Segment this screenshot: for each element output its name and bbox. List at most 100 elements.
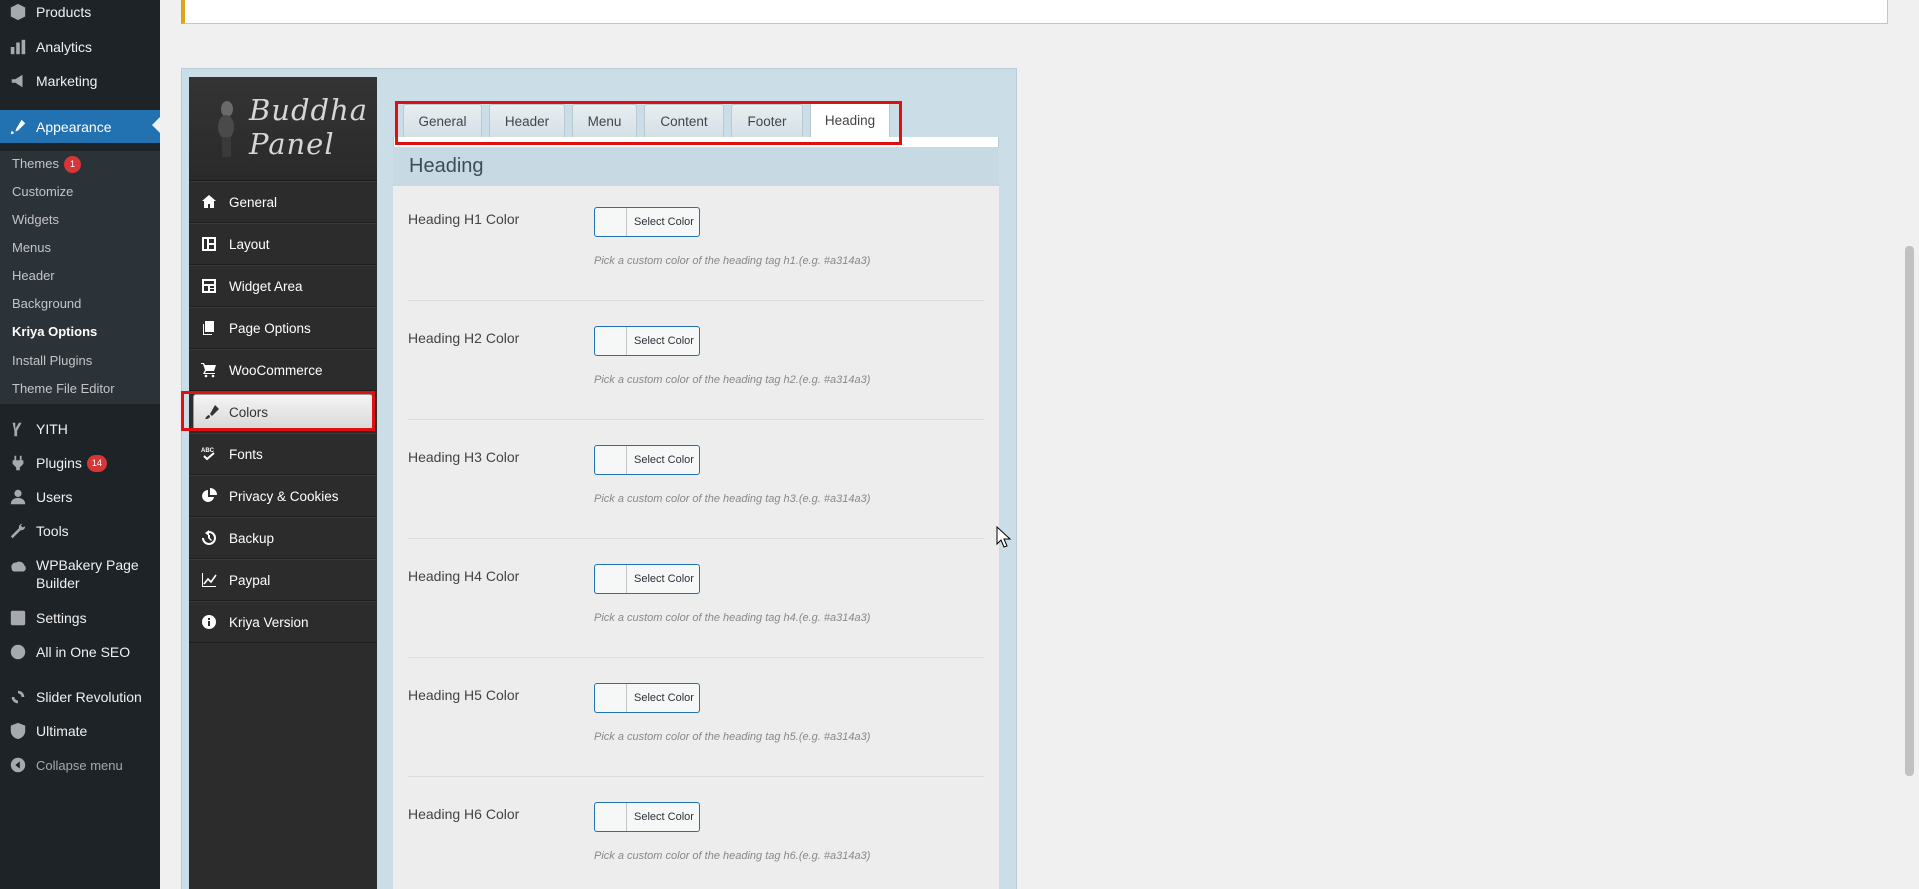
- settings-icon: [0, 609, 36, 627]
- wpbakery-icon: [0, 556, 36, 576]
- menu-all-in-one-seo[interactable]: All in One SEO: [0, 637, 160, 667]
- h2-color-description: Pick a custom color of the heading tag h…: [594, 374, 871, 386]
- panel-nav-backup[interactable]: Backup: [189, 517, 377, 559]
- panel-nav-layout[interactable]: Layout: [189, 223, 377, 265]
- row-divider: [408, 300, 984, 301]
- submenu-customize[interactable]: Customize: [12, 184, 73, 199]
- row-divider: [408, 657, 984, 658]
- page-scrollbar[interactable]: [1905, 246, 1914, 776]
- menu-marketing[interactable]: Marketing: [0, 66, 160, 96]
- submenu-header[interactable]: Header: [12, 268, 55, 283]
- info-icon: [189, 614, 229, 630]
- h1-select-color-button[interactable]: Select Color: [594, 207, 700, 237]
- h1-color-description: Pick a custom color of the heading tag h…: [594, 255, 871, 267]
- home-icon: [189, 194, 229, 210]
- menu-slider-revolution[interactable]: Slider Revolution: [0, 682, 160, 712]
- plugins-badge: 14: [86, 454, 107, 472]
- layout-icon: [189, 236, 229, 252]
- h5-color-description: Pick a custom color of the heading tag h…: [594, 731, 871, 743]
- buddha-panel-sidebar: Buddha Panel General Layout Widget Area …: [189, 77, 377, 889]
- analytics-icon: [0, 38, 36, 56]
- products-icon: [0, 3, 36, 21]
- users-icon: [0, 488, 36, 506]
- panel-nav-kriya-version[interactable]: Kriya Version: [189, 601, 377, 643]
- panel-nav-paypal[interactable]: Paypal: [189, 559, 377, 601]
- h5-select-color-button[interactable]: Select Color: [594, 683, 700, 713]
- h4-color-label: Heading H4 Color: [408, 568, 520, 584]
- submenu-themes[interactable]: Themes 1: [12, 156, 81, 174]
- appearance-icon: [0, 118, 36, 136]
- h4-color-description: Pick a custom color of the heading tag h…: [594, 612, 871, 624]
- color-swatch: [595, 446, 627, 474]
- row-divider: [408, 776, 984, 777]
- ultimate-icon: [0, 722, 36, 740]
- h1-color-label: Heading H1 Color: [408, 211, 520, 227]
- color-swatch: [595, 208, 627, 236]
- h6-color-description: Pick a custom color of the heading tag h…: [594, 850, 871, 862]
- menu-ultimate[interactable]: Ultimate: [0, 716, 160, 746]
- tab-general[interactable]: General: [403, 104, 482, 137]
- collapse-menu-button[interactable]: Collapse menu: [0, 750, 160, 780]
- submenu-install-plugins[interactable]: Install Plugins: [12, 353, 92, 368]
- brush-icon: [194, 404, 229, 420]
- tab-heading[interactable]: Heading: [810, 102, 890, 137]
- row-divider: [408, 419, 984, 420]
- panel-nav-widget-area[interactable]: Widget Area: [189, 265, 377, 307]
- h3-color-label: Heading H3 Color: [408, 449, 520, 465]
- color-swatch: [595, 327, 627, 355]
- widget-icon: [189, 278, 229, 294]
- pages-icon: [189, 320, 229, 336]
- menu-plugins[interactable]: Plugins 14: [0, 448, 160, 478]
- slider-icon: [0, 688, 36, 706]
- color-swatch: [595, 684, 627, 712]
- panel-nav-fonts[interactable]: ABC Fonts: [189, 433, 377, 475]
- logo-line-1: Buddha: [249, 93, 369, 127]
- backup-icon: [189, 530, 229, 546]
- h4-select-color-button[interactable]: Select Color: [594, 564, 700, 594]
- panel-nav-colors[interactable]: Colors: [193, 394, 373, 430]
- submenu-background[interactable]: Background: [12, 296, 81, 311]
- marketing-icon: [0, 72, 36, 90]
- submenu-widgets[interactable]: Widgets: [12, 212, 59, 227]
- admin-menu: Products Analytics Marketing Appearance …: [0, 0, 160, 889]
- chart-icon: [189, 572, 229, 588]
- menu-tools[interactable]: Tools: [0, 516, 160, 546]
- color-swatch: [595, 565, 627, 593]
- tab-content[interactable]: Content: [644, 104, 724, 137]
- submenu-theme-file-editor[interactable]: Theme File Editor: [12, 381, 115, 396]
- menu-appearance[interactable]: Appearance: [0, 110, 160, 143]
- yith-icon: [0, 420, 36, 438]
- h2-color-label: Heading H2 Color: [408, 330, 520, 346]
- panel-nav-page-options[interactable]: Page Options: [189, 307, 377, 349]
- logo-line-2: Panel: [249, 127, 335, 161]
- tab-header[interactable]: Header: [489, 104, 565, 137]
- admin-notice: [181, 0, 1888, 24]
- panel-nav-privacy[interactable]: Privacy & Cookies: [189, 475, 377, 517]
- tab-footer[interactable]: Footer: [731, 104, 803, 137]
- h3-color-description: Pick a custom color of the heading tag h…: [594, 493, 871, 505]
- menu-wpbakery[interactable]: WPBakery Page Builder: [0, 556, 160, 596]
- mouse-cursor-icon: [996, 526, 1012, 548]
- cart-icon: [189, 362, 229, 378]
- menu-users[interactable]: Users: [0, 482, 160, 512]
- tab-menu[interactable]: Menu: [572, 104, 637, 137]
- collapse-icon: [0, 756, 36, 774]
- tools-icon: [0, 522, 36, 540]
- fonts-icon: ABC: [189, 446, 229, 462]
- panel-nav-general[interactable]: General: [189, 181, 377, 223]
- menu-analytics[interactable]: Analytics: [0, 32, 160, 62]
- row-divider: [408, 538, 984, 539]
- menu-settings[interactable]: Settings: [0, 603, 160, 633]
- submenu-kriya-options[interactable]: Kriya Options: [12, 324, 97, 339]
- submenu-menus[interactable]: Menus: [12, 240, 51, 255]
- plugins-icon: [0, 454, 36, 472]
- h2-select-color-button[interactable]: Select Color: [594, 326, 700, 356]
- menu-yith[interactable]: YITH: [0, 414, 160, 444]
- pie-icon: [189, 488, 229, 504]
- panel-nav-woocommerce[interactable]: WooCommerce: [189, 349, 377, 391]
- h3-select-color-button[interactable]: Select Color: [594, 445, 700, 475]
- h6-select-color-button[interactable]: Select Color: [594, 802, 700, 832]
- section-title: Heading: [393, 147, 999, 186]
- menu-products[interactable]: Products: [0, 0, 160, 27]
- buddha-panel-logo: Buddha Panel: [189, 77, 377, 181]
